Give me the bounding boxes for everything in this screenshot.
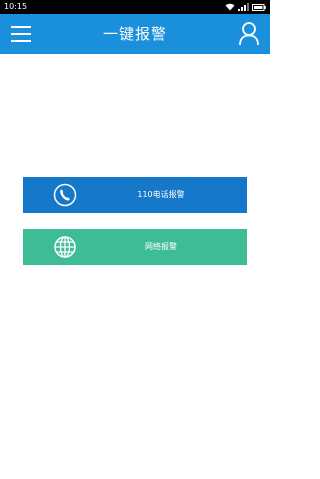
wifi-icon — [225, 3, 235, 11]
network-alarm-label: 网络报警 — [145, 242, 177, 251]
page-title: 一键报警 — [102, 25, 167, 43]
profile-button[interactable] — [237, 21, 261, 47]
status-icons — [225, 0, 266, 14]
signal-icon — [238, 3, 249, 11]
phone-alarm-button[interactable]: 110电话报警 — [23, 177, 247, 213]
battery-icon — [252, 3, 266, 11]
status-time: 10:15 — [4, 2, 28, 11]
network-alarm-button[interactable]: 网络报警 — [23, 229, 247, 265]
screen: 10:15 一键报警 110电话报警 网络报警 — [0, 0, 270, 479]
app-bar: 一键报警 — [0, 14, 270, 54]
status-bar: 10:15 — [0, 0, 270, 14]
user-icon — [239, 22, 259, 46]
phone-alarm-label: 110电话报警 — [137, 190, 185, 199]
